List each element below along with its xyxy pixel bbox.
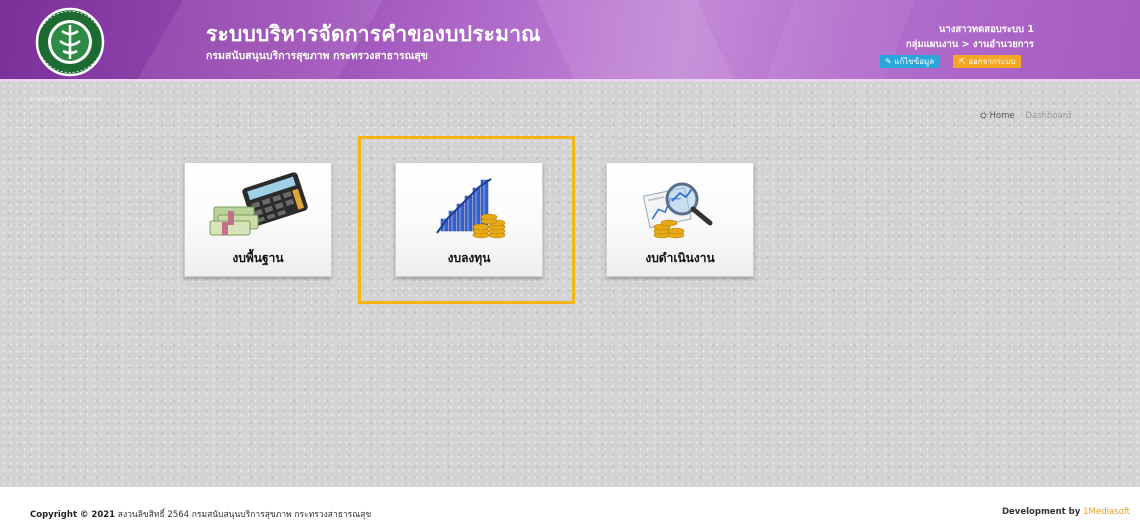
edit-icon: ✎ xyxy=(885,57,892,66)
copyright-text: Copyright © 2021 สงวนลิขสิทธิ์ 2564 กรมส… xyxy=(30,507,371,521)
copyright-prefix: Copyright © 2021 xyxy=(30,510,116,520)
logout-button[interactable]: ⇱ ออกจากระบบ xyxy=(953,55,1022,68)
department-caption: กรมสนับสนุนบริการสุขภาพ xyxy=(30,96,101,103)
tile-basic-budget[interactable]: งบพื้นฐาน xyxy=(184,162,332,277)
copyright-owner: สงวนลิขสิทธิ์ 2564 กรมสนับสนุนบริการสุขภ… xyxy=(117,510,372,520)
dev-prefix: Development by xyxy=(1001,507,1081,517)
breadcrumb-home[interactable]: Home xyxy=(990,111,1015,121)
footer: Copyright © 2021 สงวนลิขสิทธิ์ 2564 กรมส… xyxy=(0,487,1140,529)
tile-label: งบพื้นฐาน xyxy=(232,251,284,265)
edit-profile-button[interactable]: ✎ แก้ไขข้อมูล xyxy=(880,55,940,68)
money-calculator-icon xyxy=(209,172,308,236)
app-header: ระบบบริหารจัดการคำของบประมาณ กรมสนับสนุน… xyxy=(0,0,1140,79)
logout-icon: ⇱ xyxy=(959,57,966,66)
user-name: นางสาวทดสอบระบบ 1 xyxy=(938,24,1034,35)
breadcrumb-current: Dashboard xyxy=(1025,111,1072,121)
home-icon: ⛭ xyxy=(980,111,987,121)
selected-tile-highlight xyxy=(358,136,575,304)
dev-brand-link[interactable]: 1Mediasoft xyxy=(1083,507,1130,517)
user-department: กลุ่มแผนงาน > งานอำนวยการ xyxy=(905,39,1034,50)
developer-credit: Development by 1Mediasoft xyxy=(1002,507,1130,517)
header-decor xyxy=(527,0,753,79)
breadcrumb: ⛭ Home Dashboard xyxy=(980,111,1071,121)
app-subtitle: กรมสนับสนุนบริการสุขภาพ กระทรวงสาธารณสุข xyxy=(206,50,428,62)
edit-profile-label: แก้ไขข้อมูล xyxy=(894,57,935,66)
ministry-logo-icon xyxy=(35,7,105,77)
logout-label: ออกจากระบบ xyxy=(968,57,1016,66)
magnifier-report-coins-icon xyxy=(642,182,713,239)
tile-label: งบดำเนินงาน xyxy=(645,251,715,265)
tile-operating-budget[interactable]: งบดำเนินงาน xyxy=(606,162,754,277)
